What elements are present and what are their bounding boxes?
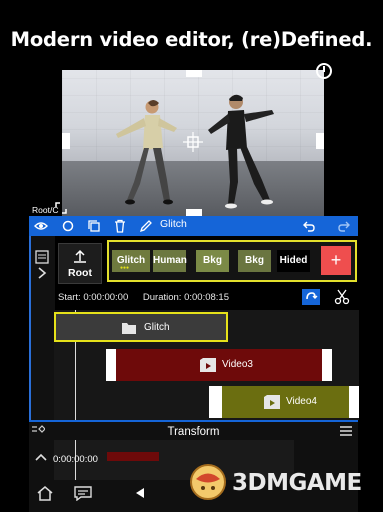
- clip-label: Glitch: [144, 322, 170, 333]
- duration-label: Duration:: [142, 292, 182, 303]
- start-label: Start:: [58, 292, 81, 303]
- pen-icon[interactable]: [139, 219, 153, 233]
- left-resize-handle[interactable]: [62, 133, 70, 149]
- play-reverse-icon[interactable]: [135, 487, 145, 499]
- layer-indicator-dots: ●●●: [120, 265, 130, 271]
- copy-icon[interactable]: [87, 219, 101, 233]
- clip-label: Video4: [286, 396, 317, 407]
- chevron-up-icon[interactable]: [34, 452, 48, 462]
- dancer-figure-left: [116, 100, 177, 205]
- film-clip-icon: [264, 395, 280, 409]
- redo-icon[interactable]: [337, 219, 351, 233]
- chevron-right-icon[interactable]: [36, 266, 48, 280]
- clip-trim-handle-left[interactable]: [106, 349, 116, 381]
- root-button[interactable]: Root: [58, 243, 102, 284]
- clip-trim-handle-right[interactable]: [349, 386, 359, 418]
- clip-label: Video3: [222, 359, 253, 370]
- panel-time: 0:00:00:00: [53, 454, 98, 465]
- clip-video4[interactable]: Video4: [209, 386, 359, 418]
- layer-chip-bkg-2[interactable]: Bkg: [238, 250, 271, 272]
- top-resize-handle[interactable]: [186, 70, 202, 77]
- keyframe-bar: [107, 452, 159, 461]
- film-clip-icon: [200, 358, 216, 372]
- side-panel: [29, 236, 55, 426]
- rotate-handle-icon[interactable]: [315, 62, 333, 80]
- dancer-figure-right: [208, 94, 274, 209]
- clip-glitch[interactable]: Glitch: [54, 312, 228, 342]
- right-resize-handle[interactable]: [316, 133, 324, 149]
- comment-icon[interactable]: [74, 486, 92, 501]
- watermark-logo-icon: [190, 464, 226, 500]
- undo-icon[interactable]: [302, 219, 316, 233]
- loop-icon[interactable]: [302, 289, 320, 305]
- eye-icon[interactable]: [34, 219, 48, 233]
- home-icon[interactable]: [36, 485, 54, 501]
- watermark-text: 3DMGAME: [232, 470, 362, 496]
- headline: Modern video editor, (re)Defined.: [10, 28, 373, 51]
- add-layer-button[interactable]: +: [321, 246, 351, 275]
- layer-chip-bkg[interactable]: Bkg: [196, 250, 229, 272]
- panel-title: Transform: [167, 426, 220, 438]
- start-value: 0:00:00:00: [83, 292, 129, 303]
- editor-toolbar: Glitch: [29, 216, 358, 236]
- bottom-resize-handle[interactable]: [186, 209, 202, 216]
- breadcrumb: Glitch: [160, 218, 187, 230]
- clip-video3[interactable]: Video3: [106, 349, 332, 381]
- upload-arrow-icon: [74, 249, 86, 263]
- duration-value: 0:00:08:15: [184, 292, 229, 303]
- layer-chip-human[interactable]: Human: [153, 250, 187, 272]
- video-preview[interactable]: [62, 70, 324, 216]
- layer-strip: Glitch ●●● Human Bkg Bkg Hided +: [107, 240, 357, 282]
- circle-icon[interactable]: [61, 219, 75, 233]
- layer-chip-glitch[interactable]: Glitch ●●●: [112, 250, 150, 272]
- folder-icon: [122, 323, 136, 334]
- timing-row: Start: 0:00:00:00 Duration: 0:00:08:15: [58, 292, 229, 303]
- layer-chip-hided[interactable]: Hided: [277, 250, 310, 272]
- trash-icon[interactable]: [113, 219, 127, 233]
- menu-icon[interactable]: [340, 426, 352, 436]
- corner-frame-icon[interactable]: [55, 202, 67, 214]
- layers-panel-icon[interactable]: [35, 250, 49, 264]
- clip-trim-handle-left[interactable]: [209, 386, 222, 418]
- clip-trim-handle-right[interactable]: [322, 349, 332, 381]
- crosshair-icon[interactable]: [183, 132, 203, 152]
- root-label: Root: [68, 267, 92, 279]
- scissors-icon[interactable]: [333, 289, 351, 305]
